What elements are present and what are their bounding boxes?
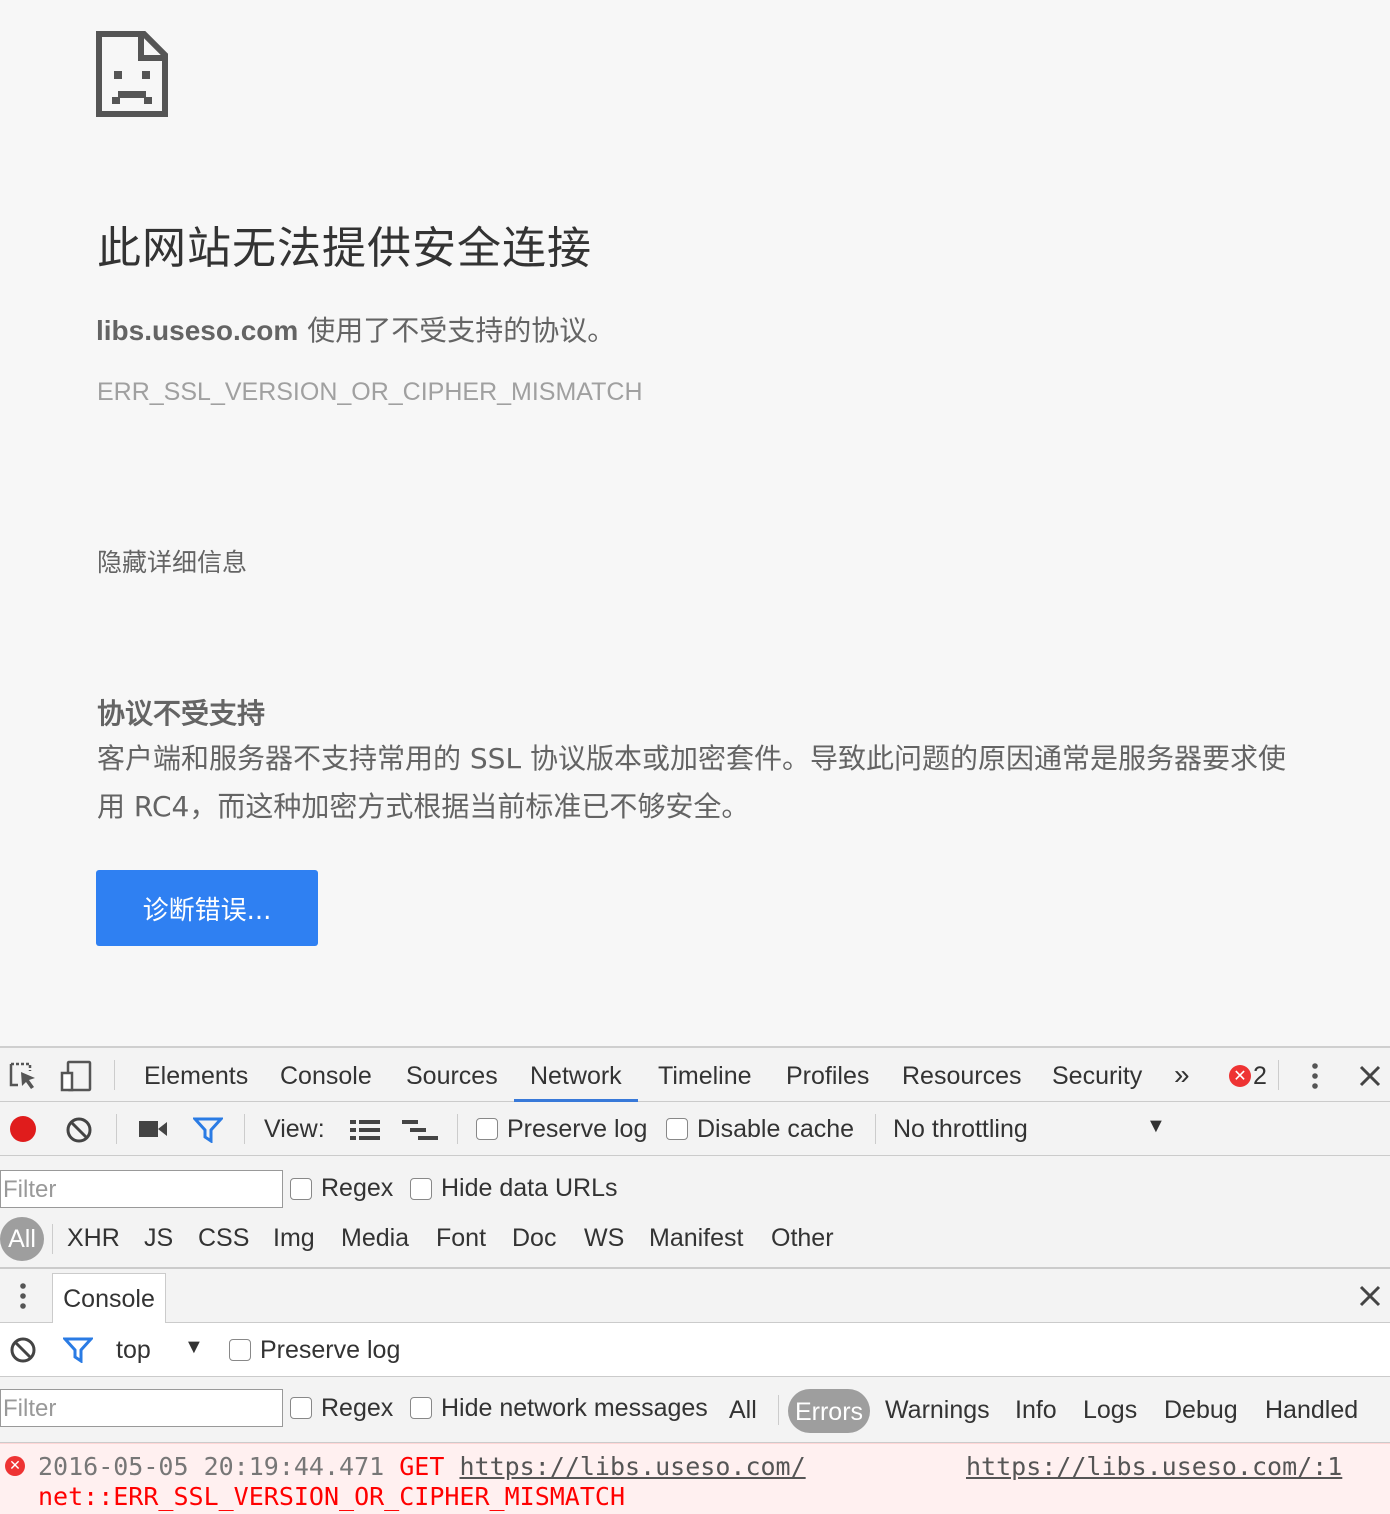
separator [116, 1114, 117, 1144]
separator [1278, 1060, 1279, 1090]
message-error-text: net::ERR_SSL_VERSION_OR_CIPHER_MISMATCH [38, 1482, 625, 1511]
clear-icon[interactable] [65, 1116, 93, 1144]
drawer-menu-icon[interactable] [14, 1281, 32, 1311]
hide-network-checkbox[interactable] [410, 1397, 432, 1419]
reason-title: 协议不受支持 [97, 697, 266, 730]
waterfall-icon[interactable] [402, 1119, 438, 1143]
disable-cache-checkbox[interactable] [666, 1118, 688, 1140]
level-info[interactable]: Info [1015, 1396, 1057, 1425]
type-other[interactable]: Other [771, 1224, 834, 1253]
error-code: ERR_SSL_VERSION_OR_CIPHER_MISMATCH [97, 378, 643, 406]
disable-cache-label: Disable cache [697, 1115, 855, 1143]
console-filter-input[interactable]: Filter [0, 1389, 283, 1427]
type-img[interactable]: Img [273, 1224, 315, 1253]
level-errors[interactable]: Errors [788, 1389, 870, 1433]
hide-data-urls-label: Hide data URLs [441, 1174, 618, 1202]
context-chevron-down-icon[interactable]: ▼ [184, 1336, 204, 1359]
diagnose-button[interactable]: 诊断错误... [96, 870, 318, 946]
clear-console-icon[interactable] [9, 1336, 37, 1364]
level-warnings[interactable]: Warnings [885, 1396, 990, 1425]
tab-sources[interactable]: Sources [406, 1048, 498, 1102]
error-description-text: 使用了不受支持的协议。 [298, 314, 616, 347]
record-icon[interactable] [10, 1116, 36, 1142]
reason-body: 客户端和服务器不支持常用的 SSL 协议版本或加密套件。导致此问题的原因通常是服… [97, 742, 1286, 823]
message-source-link[interactable]: https://libs.useso.com/:1 [966, 1452, 1342, 1481]
more-tabs-button[interactable]: » [1174, 1048, 1190, 1102]
tab-security[interactable]: Security [1052, 1048, 1142, 1102]
message-url-link[interactable]: https://libs.useso.com/ [459, 1452, 805, 1481]
type-font[interactable]: Font [436, 1224, 486, 1253]
console-filter-icon[interactable] [63, 1337, 93, 1363]
camera-icon[interactable] [138, 1118, 168, 1140]
network-filter-input[interactable]: Filter [0, 1170, 283, 1208]
type-all[interactable]: All [0, 1217, 44, 1261]
regex-label: Regex [321, 1174, 394, 1202]
tab-console[interactable]: Console [280, 1048, 372, 1102]
throttling-select[interactable]: No throttling [893, 1115, 1028, 1144]
console-toolbar: top ▼ Preserve log [0, 1323, 1390, 1377]
large-rows-icon[interactable] [350, 1119, 380, 1141]
type-manifest[interactable]: Manifest [649, 1224, 743, 1253]
drawer-tab-console[interactable]: Console [52, 1273, 166, 1323]
separator [778, 1395, 779, 1425]
type-js[interactable]: JS [144, 1224, 173, 1253]
hide-network-label: Hide network messages [441, 1394, 708, 1422]
tab-network[interactable]: Network [514, 1048, 638, 1102]
filter-icon[interactable] [193, 1117, 223, 1143]
separator [52, 1224, 53, 1254]
error-description: libs.useso.com 使用了不受支持的协议。 [96, 309, 615, 349]
chevron-down-icon[interactable]: ▼ [1146, 1115, 1166, 1138]
tab-timeline[interactable]: Timeline [658, 1048, 752, 1102]
error-count[interactable]: 2 [1253, 1048, 1267, 1102]
inspect-element-icon[interactable] [8, 1061, 38, 1091]
console-preserve-log-label: Preserve log [260, 1336, 401, 1364]
hide-details-link[interactable]: 隐藏详细信息 [97, 543, 247, 579]
message-method: GET [399, 1452, 445, 1481]
console-regex-label: Regex [321, 1394, 394, 1422]
network-toolbar: View: Preserve log Disable cache No thro… [0, 1102, 1390, 1156]
regex-checkbox[interactable] [290, 1178, 312, 1200]
devtools-panel: Elements Console Sources Network Timelin… [0, 1046, 1390, 1514]
error-host: libs.useso.com [96, 315, 299, 346]
type-doc[interactable]: Doc [512, 1224, 556, 1253]
tab-profiles[interactable]: Profiles [786, 1048, 869, 1102]
hide-data-urls-checkbox[interactable] [410, 1178, 432, 1200]
level-debug[interactable]: Debug [1164, 1396, 1238, 1425]
type-xhr[interactable]: XHR [67, 1224, 120, 1253]
message-timestamp: 2016-05-05 20:19:44.471 [38, 1452, 385, 1481]
network-filter-bar: Filter Regex Hide data URLs All XHR JS C… [0, 1156, 1390, 1269]
view-label: View: [264, 1115, 325, 1143]
kebab-menu-icon[interactable] [1306, 1061, 1324, 1091]
type-css[interactable]: CSS [198, 1224, 249, 1253]
message-line-1: 2016-05-05 20:19:44.471 GET https://libs… [38, 1452, 806, 1481]
console-regex-checkbox[interactable] [290, 1397, 312, 1419]
level-handled[interactable]: Handled [1265, 1396, 1358, 1425]
preserve-log-checkbox[interactable] [476, 1118, 498, 1140]
separator [114, 1060, 115, 1090]
separator [875, 1114, 876, 1144]
preserve-log-label: Preserve log [507, 1115, 648, 1143]
type-ws[interactable]: WS [584, 1224, 624, 1253]
error-page: 此网站无法提供安全连接 libs.useso.com 使用了不受支持的协议。 E… [0, 0, 1390, 1046]
error-title: 此网站无法提供安全连接 [97, 223, 592, 274]
tab-elements[interactable]: Elements [144, 1048, 248, 1102]
device-mode-icon[interactable] [60, 1060, 92, 1092]
tab-resources[interactable]: Resources [902, 1048, 1022, 1102]
level-logs[interactable]: Logs [1083, 1396, 1137, 1425]
close-icon[interactable] [1358, 1064, 1382, 1088]
level-all[interactable]: All [729, 1396, 757, 1425]
console-error-message: ✕ 2016-05-05 20:19:44.471 GET https://li… [0, 1443, 1390, 1514]
type-media[interactable]: Media [341, 1224, 409, 1253]
console-drawer-tabbar: Console [0, 1269, 1390, 1323]
console-preserve-log-checkbox[interactable] [229, 1339, 251, 1361]
devtools-tabbar: Elements Console Sources Network Timelin… [0, 1048, 1390, 1102]
close-drawer-icon[interactable] [1358, 1284, 1382, 1308]
error-count-icon[interactable]: ✕ [1229, 1065, 1251, 1087]
error-icon: ✕ [5, 1456, 25, 1476]
separator [244, 1114, 245, 1144]
console-filter-bar: Filter Regex Hide network messages All E… [0, 1377, 1390, 1443]
separator [457, 1114, 458, 1144]
sad-page-icon [96, 31, 168, 117]
context-select[interactable]: top [116, 1336, 151, 1365]
